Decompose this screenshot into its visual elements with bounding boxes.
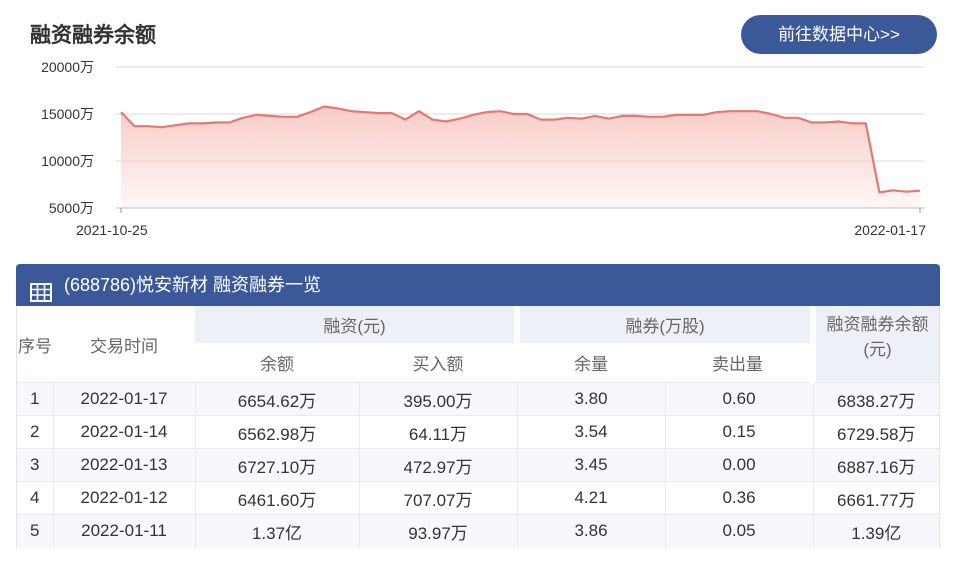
cell-fin-balance: 6562.98万 xyxy=(194,415,359,449)
col-financing: 融资(元) xyxy=(195,306,518,343)
cell-fin-buy: 472.97万 xyxy=(358,448,518,482)
cell-index: 3 xyxy=(17,448,53,482)
cell-date: 2022-01-17 xyxy=(52,382,195,416)
cell-total: 6838.27万 xyxy=(812,382,940,416)
cell-sec-balance: 3.54 xyxy=(516,415,666,449)
cell-fin-buy: 93.97万 xyxy=(358,514,518,548)
cell-sec-balance: 4.21 xyxy=(516,481,666,515)
cell-date: 2022-01-12 xyxy=(52,481,195,515)
cell-total: 1.39亿 xyxy=(812,514,940,548)
col-total: 融资融券余额(元) xyxy=(810,306,940,383)
cell-sec-sell: 0.00 xyxy=(664,448,814,482)
cell-fin-buy: 64.11万 xyxy=(358,415,518,449)
y-tick-label: 20000万 xyxy=(41,59,94,75)
cell-index: 2 xyxy=(17,415,53,449)
page-title: 融资融券余额 xyxy=(30,24,156,47)
col-securities: 融券(万股) xyxy=(514,306,814,343)
cell-sec-sell: 0.15 xyxy=(664,415,814,449)
cell-date: 2022-01-13 xyxy=(52,448,195,482)
cell-total: 6729.58万 xyxy=(812,415,940,449)
cell-index: 4 xyxy=(17,481,53,515)
cell-fin-buy: 395.00万 xyxy=(358,382,518,416)
cell-sec-sell: 0.60 xyxy=(664,382,814,416)
margin-balance-chart: 20000万 15000万 10000万 5000万 2021-10-25 2022-01… xyxy=(41,59,926,238)
col-fin-buy: 买入额 xyxy=(412,354,464,374)
y-tick-label: 5000万 xyxy=(49,200,94,216)
x-tick-label: 2022-01-17 xyxy=(854,222,926,238)
cell-total: 6661.77万 xyxy=(812,481,940,515)
col-fin-balance: 余额 xyxy=(260,354,294,374)
cell-sec-balance: 3.86 xyxy=(516,514,666,548)
y-tick-label: 15000万 xyxy=(41,106,94,122)
panel-title: (688786)悦安新材 融资融券一览 xyxy=(64,275,322,295)
data-center-button[interactable]: 前往数据中心>> xyxy=(741,15,937,54)
col-date: 交易时间 xyxy=(90,336,158,356)
series-area xyxy=(121,106,920,208)
col-index: 序号 xyxy=(18,336,52,356)
table-row: 5 2022-01-11 1.37亿 93.97万 3.86 0.05 1.39… xyxy=(17,514,940,548)
cell-date: 2022-01-11 xyxy=(52,514,195,548)
y-tick-label: 10000万 xyxy=(41,153,94,169)
cell-total: 6887.16万 xyxy=(812,448,940,482)
table-row: 1 2022-01-17 6654.62万 395.00万 3.80 0.60 … xyxy=(17,382,940,416)
table-row: 2 2022-01-14 6562.98万 64.11万 3.54 0.15 6… xyxy=(17,415,940,449)
table-row: 3 2022-01-13 6727.10万 472.97万 3.45 0.00 … xyxy=(17,448,940,482)
cell-index: 1 xyxy=(17,382,53,416)
cell-sec-sell: 0.05 xyxy=(664,514,814,548)
cell-sec-sell: 0.36 xyxy=(664,481,814,515)
cell-fin-buy: 707.07万 xyxy=(358,481,518,515)
table-row: 4 2022-01-12 6461.60万 707.07万 4.21 0.36 … xyxy=(17,481,940,515)
cell-fin-balance: 1.37亿 xyxy=(194,514,359,548)
cell-date: 2022-01-14 xyxy=(52,415,195,449)
cell-sec-balance: 3.45 xyxy=(516,448,666,482)
cell-fin-balance: 6461.60万 xyxy=(194,481,359,515)
cell-fin-balance: 6654.62万 xyxy=(194,382,359,416)
cell-fin-balance: 6727.10万 xyxy=(194,448,359,482)
panel-header: (688786)悦安新材 融资融券一览 xyxy=(16,264,940,306)
x-tick-label: 2021-10-25 xyxy=(76,222,148,238)
col-sec-sell: 卖出量 xyxy=(712,354,764,374)
margin-trading-table: 序号 交易时间 融资(元) 融券(万股) 融资融券余额(元) 余额 买入额 余量… xyxy=(17,306,940,548)
cell-index: 5 xyxy=(17,514,53,548)
col-sec-balance: 余量 xyxy=(574,354,609,374)
cell-sec-balance: 3.80 xyxy=(516,382,666,416)
